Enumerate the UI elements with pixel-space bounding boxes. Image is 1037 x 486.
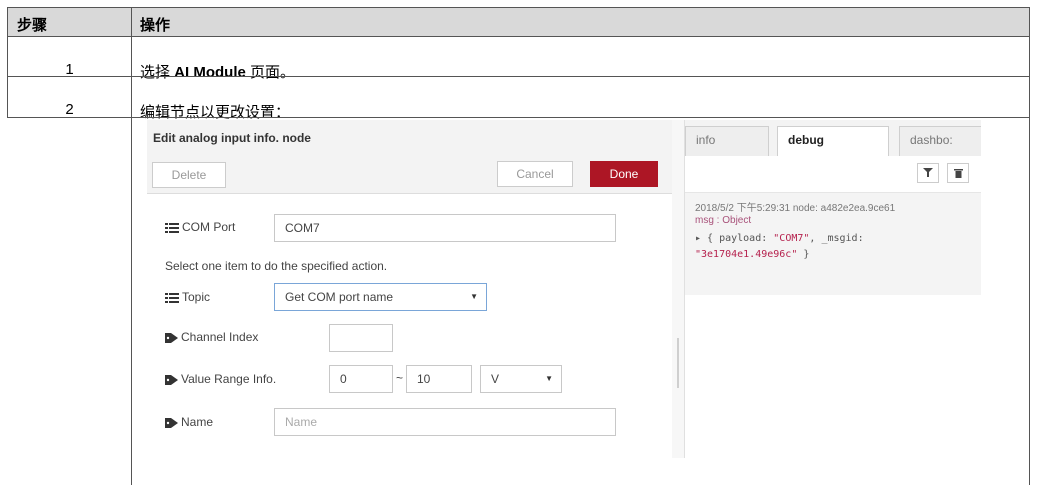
- editor-screenshot: Edit analog input info. node Delete Canc…: [147, 120, 981, 458]
- range-min-input[interactable]: 0: [329, 365, 393, 393]
- channel-index-label: Channel Index: [165, 330, 258, 344]
- range-separator: ~: [396, 371, 404, 385]
- row-1-action: 选择 AI Module 页面。: [140, 64, 296, 81]
- tag-icon: [165, 417, 178, 428]
- tag-icon: [165, 332, 178, 343]
- header-step: 步骤: [17, 17, 48, 34]
- done-button[interactable]: Done: [590, 161, 658, 187]
- message-line-1[interactable]: ▸ { payload: "COM7", _msgid:: [695, 233, 864, 244]
- action-hint: Select one item to do the specified acti…: [165, 259, 388, 273]
- range-max-input[interactable]: 10: [406, 365, 472, 393]
- sidebar-tabbar: info debug dashbo:: [685, 120, 981, 157]
- trash-icon[interactable]: [947, 163, 969, 183]
- tab-dashboard[interactable]: dashbo:: [899, 126, 981, 156]
- channel-index-input[interactable]: [329, 324, 393, 352]
- debug-sidebar: info debug dashbo: 2018/5/2 下午5:29:31 no…: [685, 120, 981, 458]
- topic-select[interactable]: Get COM port name ▼: [274, 283, 487, 311]
- message-type: msg : Object: [695, 215, 752, 226]
- topic-label: Topic: [165, 290, 210, 304]
- list-icon: [165, 222, 179, 233]
- row-2-action: 编辑节点以更改设置：: [140, 104, 291, 121]
- tab-debug[interactable]: debug: [777, 126, 889, 157]
- delete-button[interactable]: Delete: [152, 162, 226, 188]
- caret-down-icon: ▼: [470, 292, 478, 301]
- caret-down-icon: ▼: [545, 374, 553, 383]
- row-2-step: 2: [65, 101, 74, 118]
- header-action: 操作: [140, 17, 171, 34]
- filter-icon[interactable]: [917, 163, 939, 183]
- ai-module-text: AI Module: [174, 64, 246, 81]
- cancel-button[interactable]: Cancel: [497, 161, 573, 187]
- debug-message: 2018/5/2 下午5:29:31 node: a482e2ea.9ce61 …: [685, 192, 981, 295]
- edit-node-title: Edit analog input info. node: [153, 131, 311, 145]
- name-input[interactable]: Name: [274, 408, 616, 436]
- message-meta: 2018/5/2 下午5:29:31 node: a482e2ea.9ce61: [695, 203, 896, 214]
- list-icon: [165, 292, 179, 303]
- value-range-label: Value Range Info.: [165, 372, 276, 386]
- edit-node-toolbar: Delete Cancel Done: [147, 156, 672, 194]
- tag-icon: [165, 374, 178, 385]
- edit-node-panel: Edit analog input info. node Delete Canc…: [147, 120, 673, 458]
- com-port-input[interactable]: COM7: [274, 214, 616, 242]
- com-port-label: COM Port: [165, 220, 235, 234]
- edit-node-header: Edit analog input info. node: [147, 120, 672, 157]
- name-label: Name: [165, 415, 213, 429]
- debug-toolbar: [685, 156, 981, 190]
- range-unit-select[interactable]: V ▼: [480, 365, 562, 393]
- tab-info[interactable]: info: [685, 126, 769, 156]
- panel-divider[interactable]: [672, 120, 685, 458]
- message-line-2: "3e1704e1.49e96c" }: [695, 249, 810, 260]
- resize-grip[interactable]: [677, 338, 679, 388]
